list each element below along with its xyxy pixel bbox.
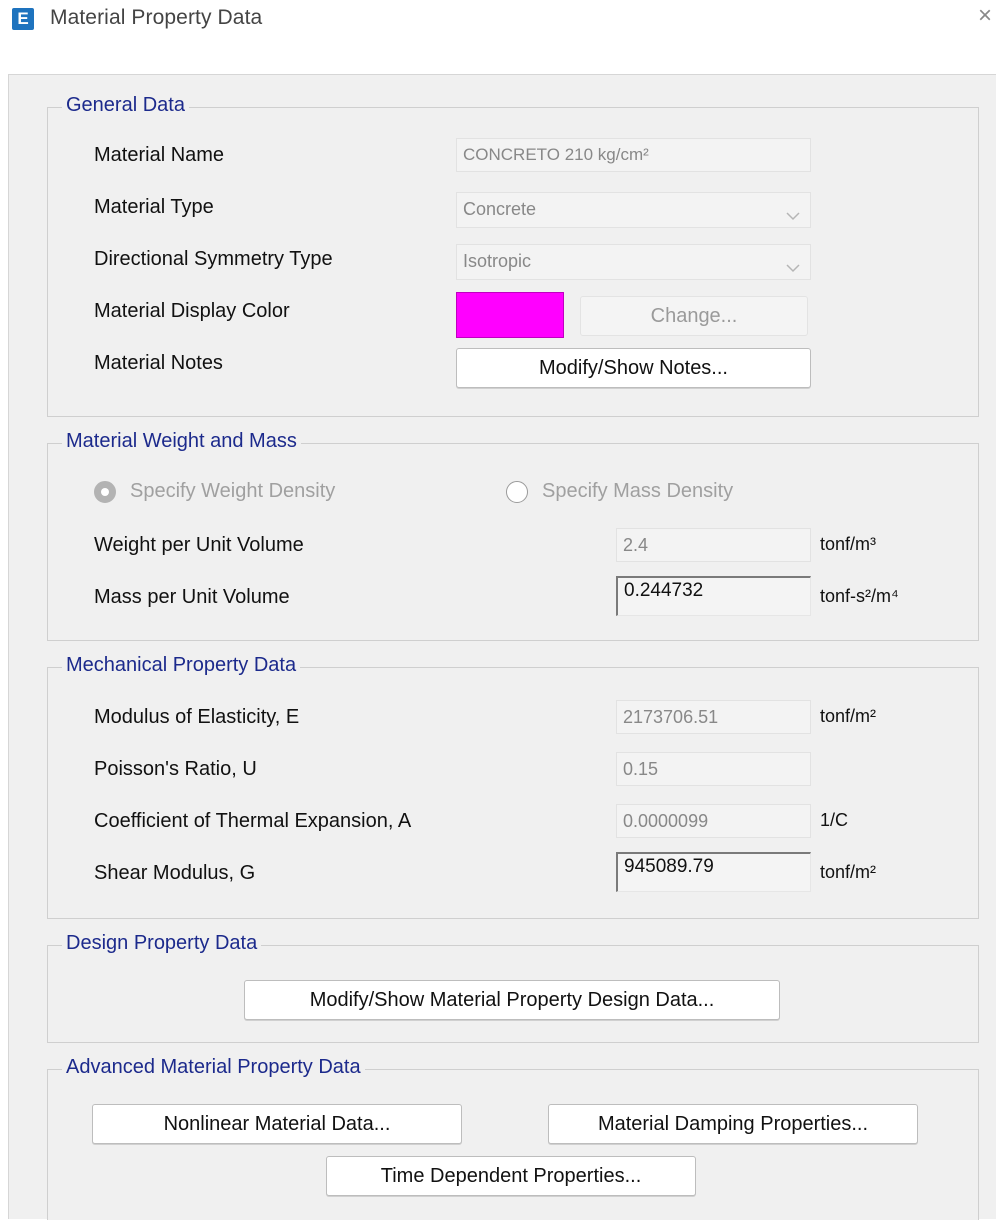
advanced-property-legend: Advanced Material Property Data	[62, 1056, 365, 1079]
material-notes-label: Material Notes	[94, 352, 223, 374]
chevron-down-icon	[786, 252, 800, 279]
nonlinear-material-data-button[interactable]: Nonlinear Material Data...	[92, 1104, 462, 1144]
modulus-elasticity-field: 2173706.51	[616, 700, 811, 734]
modulus-elasticity-label: Modulus of Elasticity, E	[94, 706, 300, 728]
weight-unit: tonf/m³	[820, 534, 877, 554]
app-logo-icon: E	[12, 8, 34, 30]
material-damping-button[interactable]: Material Damping Properties...	[548, 1104, 918, 1144]
mechanical-property-legend: Mechanical Property Data	[62, 654, 301, 677]
display-color-label: Material Display Color	[94, 300, 290, 322]
thermal-expansion-label: Coefficient of Thermal Expansion, A	[94, 810, 412, 832]
display-color-swatch	[456, 292, 564, 338]
mechanical-property-group: Mechanical Property Data Modulus of Elas…	[47, 654, 979, 919]
modulus-unit: tonf/m²	[820, 706, 877, 726]
symmetry-type-dropdown[interactable]: Isotropic	[456, 244, 811, 280]
weight-per-unit-volume-field: 2.4	[616, 528, 811, 562]
poisson-ratio-label: Poisson's Ratio, U	[94, 758, 257, 780]
weight-mass-legend: Material Weight and Mass	[62, 430, 301, 453]
shear-modulus-label: Shear Modulus, G	[94, 862, 256, 884]
time-dependent-button[interactable]: Time Dependent Properties...	[326, 1156, 696, 1196]
material-type-label: Material Type	[94, 196, 214, 218]
specify-mass-density-label: Specify Mass Density	[542, 480, 734, 502]
material-type-dropdown[interactable]: Concrete	[456, 192, 811, 228]
chevron-down-icon	[786, 200, 800, 227]
poisson-ratio-field: 0.15	[616, 752, 811, 786]
symmetry-type-value: Isotropic	[463, 251, 532, 271]
design-property-legend: Design Property Data	[62, 932, 262, 955]
mass-per-unit-volume-input[interactable]: 0.244732	[616, 576, 811, 616]
thermal-unit: 1/C	[820, 810, 849, 830]
material-name-field: CONCRETO 210 kg/cm²	[456, 138, 811, 172]
shear-modulus-input[interactable]: 945089.79	[616, 852, 811, 892]
modify-show-notes-button[interactable]: Modify/Show Notes...	[456, 348, 811, 388]
change-color-button[interactable]: Change...	[580, 296, 808, 336]
close-icon[interactable]: ×	[978, 4, 992, 28]
mass-per-unit-volume-label: Mass per Unit Volume	[94, 586, 290, 608]
advanced-property-group: Advanced Material Property Data Nonlinea…	[47, 1056, 979, 1220]
weight-per-unit-volume-label: Weight per Unit Volume	[94, 534, 304, 556]
general-data-group: General Data Material Name CONCRETO 210 …	[47, 94, 979, 417]
specify-weight-density-label: Specify Weight Density	[130, 480, 336, 502]
symmetry-type-label: Directional Symmetry Type	[94, 248, 333, 270]
thermal-expansion-field: 0.0000099	[616, 804, 811, 838]
specify-weight-density-radio[interactable]	[94, 481, 116, 503]
material-name-label: Material Name	[94, 144, 225, 166]
modify-design-data-button[interactable]: Modify/Show Material Property Design Dat…	[244, 980, 780, 1020]
specify-mass-density-radio[interactable]	[506, 481, 528, 503]
shear-unit: tonf/m²	[820, 862, 877, 882]
window-title: Material Property Data	[50, 6, 263, 29]
general-data-legend: General Data	[62, 94, 189, 117]
material-type-value: Concrete	[463, 199, 537, 219]
mass-unit: tonf-s²/m⁴	[820, 586, 899, 606]
title-bar: E Material Property Data ×	[0, 0, 996, 52]
weight-mass-group: Material Weight and Mass Specify Weight …	[47, 430, 979, 641]
design-property-group: Design Property Data Modify/Show Materia…	[47, 932, 979, 1043]
dialog-body: General Data Material Name CONCRETO 210 …	[8, 74, 996, 1220]
